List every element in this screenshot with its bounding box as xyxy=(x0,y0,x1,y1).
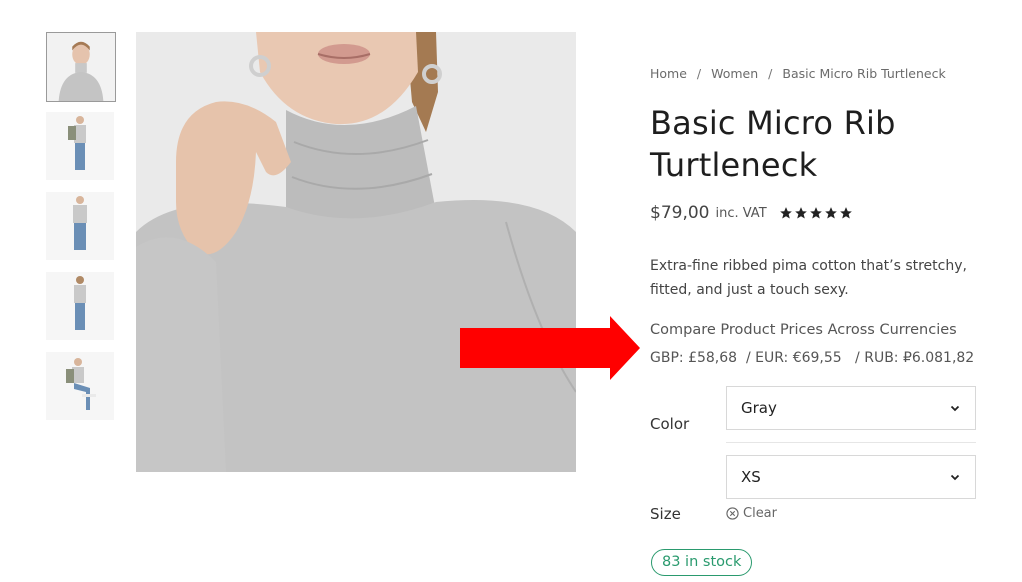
thumbnail-gallery xyxy=(46,32,116,432)
color-label: Color xyxy=(650,415,690,433)
price-gbp: GBP: £58,68 xyxy=(650,350,738,366)
vat-note: inc. VAT xyxy=(715,205,767,221)
breadcrumb-home[interactable]: Home xyxy=(650,66,687,81)
price-row: $79,00 inc. VAT xyxy=(650,200,980,226)
breadcrumb-separator: / xyxy=(768,66,773,81)
breadcrumb-separator: / xyxy=(696,66,702,81)
thumbnail-full-jacket[interactable] xyxy=(46,112,114,180)
clear-x-icon xyxy=(726,507,739,520)
star-icon xyxy=(839,207,852,219)
product-description: Extra-fine ribbed pima cotton that’s str… xyxy=(650,258,967,298)
breadcrumb: Home / Women / Basic Micro Rib Turtlenec… xyxy=(650,64,980,84)
chevron-down-icon xyxy=(950,474,960,481)
product-price: $79,00 xyxy=(650,203,710,223)
star-rating[interactable] xyxy=(779,206,853,220)
price-rub: / RUB: ₽6.081,82 xyxy=(855,350,975,366)
color-select[interactable]: Gray xyxy=(726,386,976,430)
product-title: Basic Micro Rib Turtleneck xyxy=(650,104,896,184)
product-details: Home / Women / Basic Micro Rib Turtlenec… xyxy=(650,64,980,368)
star-icon xyxy=(824,207,837,219)
size-label: Size xyxy=(650,505,681,523)
thumbnail-full-back[interactable] xyxy=(46,272,114,340)
main-product-image[interactable] xyxy=(136,32,576,472)
star-icon xyxy=(809,207,822,219)
breadcrumb-current: Basic Micro Rib Turtleneck xyxy=(782,66,946,81)
currency-compare-prices: GBP: £58,68 / EUR: €69,55 / RUB: ₽6.081,… xyxy=(650,348,980,368)
star-icon xyxy=(779,207,792,219)
size-selected-value: XS xyxy=(741,468,761,486)
price-eur: / EUR: €69,55 xyxy=(745,350,842,366)
thumbnail-closeup[interactable] xyxy=(46,32,116,102)
clear-label: Clear xyxy=(743,506,777,521)
star-icon xyxy=(794,207,807,219)
chevron-down-icon xyxy=(950,405,960,412)
breadcrumb-women[interactable]: Women xyxy=(711,66,758,81)
red-arrow-icon xyxy=(460,316,640,380)
variant-divider xyxy=(726,442,976,443)
clear-selection-button[interactable]: Clear xyxy=(726,506,777,521)
stock-badge: 83 in stock xyxy=(651,549,753,576)
thumbnail-seated[interactable] xyxy=(46,352,114,420)
thumbnail-full-front[interactable] xyxy=(46,192,114,260)
size-select[interactable]: XS xyxy=(726,455,976,499)
currency-compare-heading: Compare Product Prices Across Currencies xyxy=(650,322,957,338)
color-selected-value: Gray xyxy=(741,399,777,417)
